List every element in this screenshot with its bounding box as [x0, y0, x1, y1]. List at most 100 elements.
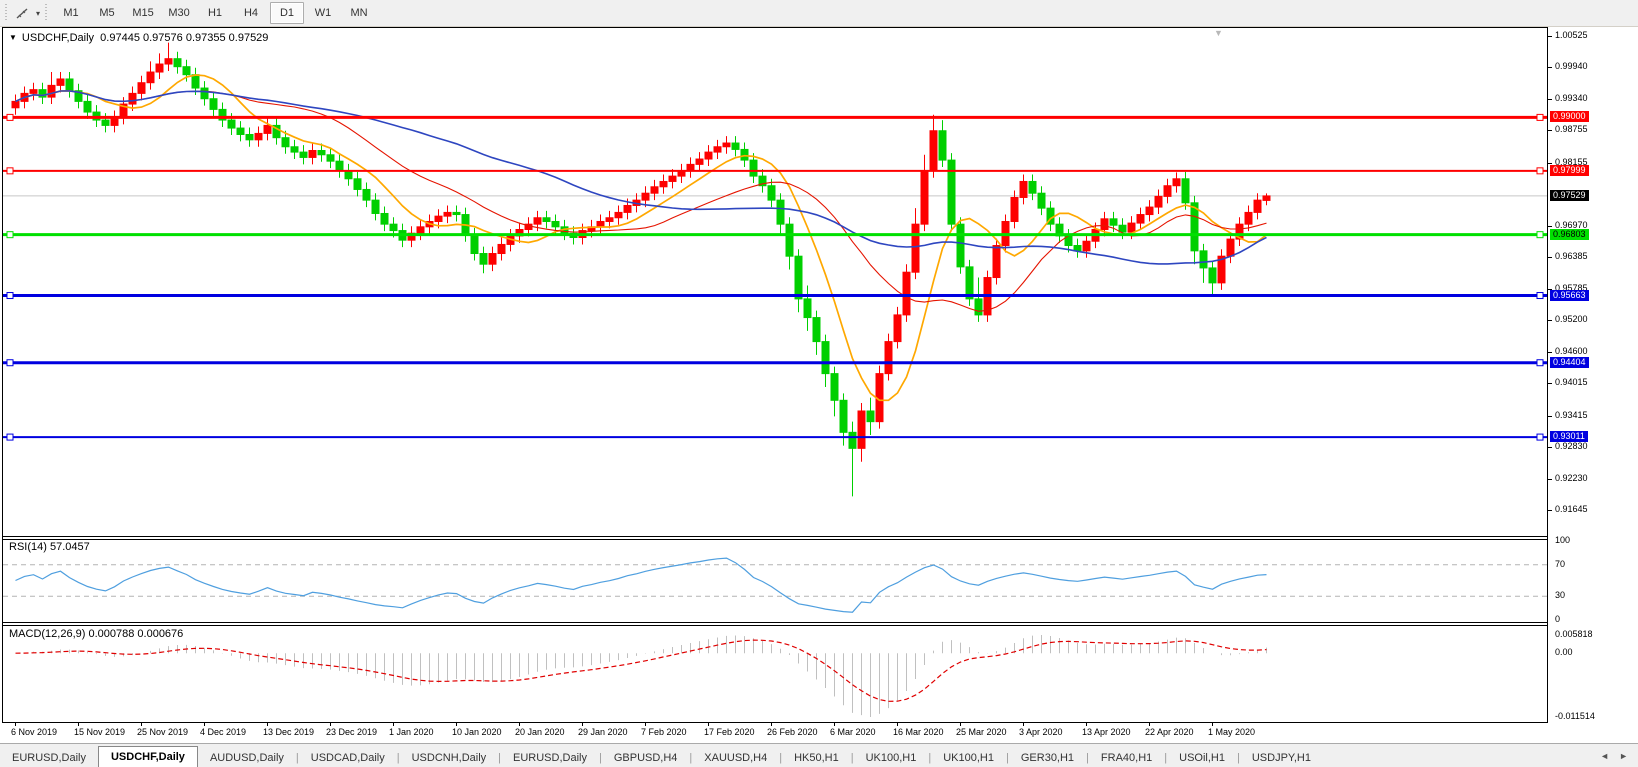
chevron-down-icon[interactable]: ▾	[36, 9, 40, 18]
candle-body	[552, 221, 559, 226]
price-tick-label: 0.94600	[1555, 346, 1588, 356]
hline-handle[interactable]	[1537, 360, 1543, 366]
date-tick-mark	[834, 723, 835, 726]
hline-handle[interactable]	[1537, 293, 1543, 299]
candle-body	[669, 176, 676, 181]
candle-body	[903, 272, 910, 315]
candle-body	[1137, 215, 1144, 224]
toolbar-grip[interactable]	[44, 4, 49, 22]
scroll-left-icon[interactable]: ◄	[1600, 751, 1609, 761]
candle-body	[1146, 207, 1153, 214]
price-tick-mark	[1548, 226, 1552, 227]
timeframe-button-d1[interactable]: D1	[270, 2, 304, 24]
candle-body	[48, 85, 55, 97]
tab-scroll-arrows: ◄ ►	[1590, 744, 1638, 767]
date-tick-label: 15 Nov 2019	[74, 727, 125, 737]
date-axis[interactable]: 6 Nov 201915 Nov 201925 Nov 20194 Dec 20…	[2, 723, 1638, 743]
timeframe-button-m15[interactable]: M15	[126, 2, 160, 24]
date-tick-label: 3 Apr 2020	[1019, 727, 1063, 737]
date-tick-mark	[78, 723, 79, 726]
chart-canvas[interactable]	[2, 27, 1548, 723]
timeframe-button-m30[interactable]: M30	[162, 2, 196, 24]
candle-body	[1173, 179, 1180, 186]
candle-body	[318, 150, 325, 154]
chart-tab-xauusd-h4[interactable]: XAUUSD,H4	[692, 749, 779, 767]
candle-body	[1029, 181, 1036, 193]
chart-tab-usdjpy-h1[interactable]: USDJPY,H1	[1240, 749, 1323, 767]
candle-body	[768, 186, 775, 200]
chart-tab-audusd-daily[interactable]: AUDUSD,Daily	[198, 749, 296, 767]
candle-body	[840, 400, 847, 432]
candle-body	[930, 131, 937, 171]
hline-price-label: 0.96803	[1550, 229, 1589, 240]
hline-handle[interactable]	[1537, 168, 1543, 174]
chart-shift-marker-icon[interactable]: ▼	[1214, 28, 1223, 38]
timeframe-button-m1[interactable]: M1	[54, 2, 88, 24]
timeframe-button-h4[interactable]: H4	[234, 2, 268, 24]
date-tick-label: 22 Apr 2020	[1145, 727, 1194, 737]
price-tick-label: 0.95200	[1555, 314, 1588, 324]
timeframe-button-group: M1M5M15M30H1H4D1W1MN	[53, 2, 377, 24]
chart-tab-usdcad-daily[interactable]: USDCAD,Daily	[299, 749, 397, 767]
rsi-axis-label: 70	[1555, 559, 1565, 569]
price-axis[interactable]: 1.005250.999400.993400.987550.981550.969…	[1548, 27, 1638, 723]
candle-body	[390, 224, 397, 230]
rsi-axis-label: 100	[1555, 535, 1570, 545]
date-tick-mark	[708, 723, 709, 726]
date-tick-label: 23 Dec 2019	[326, 727, 377, 737]
chart-tab-usoil-h1[interactable]: USOil,H1	[1167, 749, 1237, 767]
date-tick-label: 13 Dec 2019	[263, 727, 314, 737]
candle-body	[192, 75, 199, 88]
scroll-right-icon[interactable]: ►	[1619, 751, 1628, 761]
timeframe-button-w1[interactable]: W1	[306, 2, 340, 24]
candle-body	[471, 235, 478, 254]
chart-tab-eurusd-daily[interactable]: EURUSD,Daily	[0, 749, 98, 767]
hline-handle[interactable]	[7, 232, 13, 238]
candle-body	[102, 120, 109, 125]
chart-tab-eurusd-daily[interactable]: EURUSD,Daily	[501, 749, 599, 767]
chart-tab-usdcnh-daily[interactable]: USDCNH,Daily	[400, 749, 499, 767]
chart-tab-ger30-h1[interactable]: GER30,H1	[1009, 749, 1086, 767]
hline-handle[interactable]	[7, 360, 13, 366]
candle-body	[165, 59, 172, 64]
macd-axis-label: -0.011514	[1555, 711, 1595, 721]
timeframe-button-h1[interactable]: H1	[198, 2, 232, 24]
date-tick-label: 25 Nov 2019	[137, 727, 188, 737]
price-tick-label: 0.92230	[1555, 473, 1588, 483]
chart-tab-gbpusd-h4[interactable]: GBPUSD,H4	[602, 749, 690, 767]
hline-handle[interactable]	[1537, 114, 1543, 120]
hline-handle[interactable]	[7, 168, 13, 174]
candle-body	[381, 213, 388, 224]
hline-handle[interactable]	[1537, 232, 1543, 238]
candle-body	[1200, 251, 1207, 268]
chart-tab-fra40-h1[interactable]: FRA40,H1	[1089, 749, 1164, 767]
ohlc-high: 0.97576	[143, 32, 183, 44]
candle-body	[435, 216, 442, 221]
candle-body	[372, 200, 379, 213]
hline-handle[interactable]	[7, 114, 13, 120]
chart-menu-icon[interactable]: ▼	[9, 33, 17, 42]
chart-tab-uk100-h1[interactable]: UK100,H1	[931, 749, 1006, 767]
chart-tab-hk50-h1[interactable]: HK50,H1	[782, 749, 851, 767]
candle-body	[1011, 197, 1018, 221]
chart-window[interactable]: ▼USDCHF,Daily 0.97445 0.97576 0.97355 0.…	[2, 27, 1636, 723]
candle-body	[975, 299, 982, 315]
candle-body	[786, 224, 793, 256]
toolbar-grip[interactable]	[4, 4, 9, 22]
hline-handle[interactable]	[1537, 434, 1543, 440]
candle-body	[129, 93, 136, 104]
candle-body	[651, 187, 658, 193]
chart-tab-uk100-h1[interactable]: UK100,H1	[854, 749, 929, 767]
date-tick-mark	[1149, 723, 1150, 726]
crosshair-tool-icon[interactable]	[13, 3, 35, 23]
hline-handle[interactable]	[7, 434, 13, 440]
timeframe-button-m5[interactable]: M5	[90, 2, 124, 24]
timeframe-button-mn[interactable]: MN	[342, 2, 376, 24]
hline-handle[interactable]	[7, 293, 13, 299]
chart-tab-usdchf-daily[interactable]: USDCHF,Daily	[98, 746, 198, 767]
date-tick-label: 16 Mar 2020	[893, 727, 944, 737]
candle-body	[1263, 196, 1270, 200]
candle-body	[480, 254, 487, 265]
date-tick-mark	[267, 723, 268, 726]
price-tick-mark	[1548, 67, 1552, 68]
